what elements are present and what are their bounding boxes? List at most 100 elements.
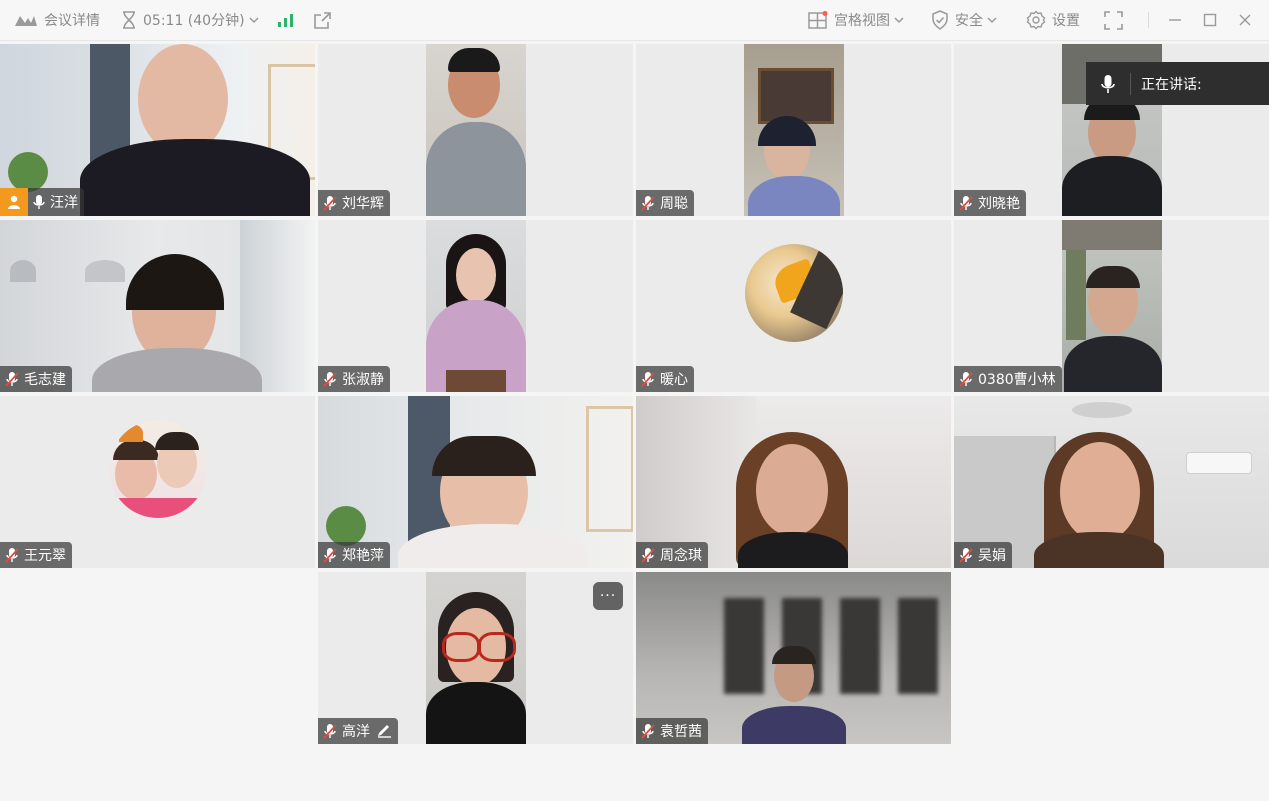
- chevron-down-icon: [249, 17, 259, 24]
- edit-pencil-icon[interactable]: [376, 724, 392, 738]
- mic-muted-icon: [641, 196, 655, 211]
- participant-tile[interactable]: 袁哲茜: [636, 572, 951, 744]
- participant-name: 暖心: [660, 372, 688, 388]
- fullscreen-button[interactable]: [1104, 0, 1123, 40]
- participant-nametag: 张淑静: [318, 366, 390, 392]
- meeting-timer[interactable]: 05:11 (40分钟): [121, 0, 259, 40]
- participant-name: 0380曹小林: [978, 372, 1056, 388]
- grid-view-label: 宫格视图: [834, 13, 890, 29]
- participant-nametag: 0380曹小林: [954, 366, 1062, 392]
- mic-muted-icon: [323, 724, 337, 739]
- host-badge: [0, 188, 28, 216]
- participant-name: 王元翠: [24, 548, 66, 564]
- shield-icon: [932, 10, 948, 30]
- mic-icon: [1101, 74, 1115, 93]
- participant-nametag: 袁哲茜: [636, 718, 708, 744]
- participant-nametag: 刘晓艳: [954, 190, 1026, 216]
- participant-name: 张淑静: [342, 372, 384, 388]
- participant-tile[interactable]: 暖心: [636, 220, 951, 392]
- settings-label: 设置: [1052, 13, 1080, 29]
- mic-muted-icon: [5, 372, 19, 387]
- security-label: 安全: [955, 13, 983, 29]
- participant-tile[interactable]: 毛志建: [0, 220, 315, 392]
- toolbar-divider: [1148, 12, 1149, 28]
- participant-video: [426, 572, 526, 744]
- participant-name: 毛志建: [24, 372, 66, 388]
- participant-name: 高洋: [342, 724, 370, 740]
- hourglass-icon: [123, 11, 135, 29]
- minimize-button[interactable]: [1168, 0, 1182, 40]
- gear-icon: [1026, 10, 1046, 30]
- grid-view-icon: [808, 11, 828, 29]
- participant-tile[interactable]: 汪洋: [0, 44, 315, 216]
- participant-tile[interactable]: 王元翠: [0, 396, 315, 568]
- chevron-down-icon: [987, 17, 997, 24]
- pop-out-button[interactable]: [313, 0, 332, 40]
- participant-video: [1062, 220, 1162, 392]
- participant-avatar: [109, 420, 207, 518]
- mic-muted-icon: [641, 548, 655, 563]
- participant-name: 周聪: [660, 196, 688, 212]
- participant-video: [426, 44, 526, 216]
- participant-nametag: 周念琪: [636, 542, 708, 568]
- participant-tile[interactable]: 周念琪: [636, 396, 951, 568]
- participant-tile[interactable]: 周聪: [636, 44, 951, 216]
- minimize-icon: [1169, 19, 1181, 21]
- participant-tile[interactable]: 郑艳萍: [318, 396, 633, 568]
- participant-nametag: 暖心: [636, 366, 694, 392]
- signal-bars-icon: [278, 14, 293, 27]
- more-options-button[interactable]: ···: [593, 582, 623, 610]
- top-toolbar: 会议详情 05:11 (40分钟) 宫格视图 安全 设置: [0, 0, 1269, 41]
- chevron-down-icon: [894, 17, 904, 24]
- participant-name: 周念琪: [660, 548, 702, 564]
- participant-name: 刘华辉: [342, 196, 384, 212]
- mic-icon: [33, 195, 45, 209]
- participant-video: [426, 220, 526, 392]
- user-icon: [8, 195, 20, 209]
- meeting-details-button[interactable]: 会议详情: [14, 0, 100, 40]
- participant-tile[interactable]: ··· 高洋: [318, 572, 633, 744]
- participant-nametag: 吴娟: [954, 542, 1012, 568]
- participant-tile[interactable]: 吴娟: [954, 396, 1269, 568]
- mic-muted-icon: [323, 372, 337, 387]
- participant-nametag: 高洋: [318, 718, 398, 744]
- participant-tile[interactable]: 张淑静: [318, 220, 633, 392]
- speaking-label: 正在讲话:: [1141, 76, 1202, 93]
- security-button[interactable]: 安全: [931, 0, 997, 40]
- participant-video: [744, 44, 844, 216]
- participant-nametag: 刘华辉: [318, 190, 390, 216]
- participant-name: 郑艳萍: [342, 548, 384, 564]
- participant-tile[interactable]: 0380曹小林: [954, 220, 1269, 392]
- mic-muted-icon: [323, 548, 337, 563]
- participant-name: 吴娟: [978, 548, 1006, 564]
- participant-nametag: 王元翠: [0, 542, 72, 568]
- participant-name: 刘晓艳: [978, 196, 1020, 212]
- grid-view-button[interactable]: 宫格视图: [808, 0, 904, 40]
- mic-muted-icon: [323, 196, 337, 211]
- participant-nametag: 郑艳萍: [318, 542, 390, 568]
- maximize-icon: [1203, 13, 1217, 27]
- mic-muted-icon: [5, 548, 19, 563]
- network-signal-button[interactable]: [277, 0, 294, 40]
- meeting-logo-icon: [15, 16, 37, 26]
- active-speaker-panel: 正在讲话:: [1086, 62, 1269, 105]
- mic-muted-icon: [641, 372, 655, 387]
- mic-muted-icon: [641, 724, 655, 739]
- participant-name: 袁哲茜: [660, 724, 702, 740]
- maximize-button[interactable]: [1203, 0, 1217, 40]
- participant-nametag: 周聪: [636, 190, 694, 216]
- participant-name: 汪洋: [50, 195, 78, 211]
- mic-muted-icon: [959, 548, 973, 563]
- settings-button[interactable]: 设置: [1026, 0, 1080, 40]
- close-icon: [1239, 14, 1251, 26]
- meeting-details-label: 会议详情: [44, 13, 100, 29]
- close-button[interactable]: [1238, 0, 1252, 40]
- mic-muted-icon: [959, 196, 973, 211]
- mic-muted-icon: [959, 372, 973, 387]
- external-link-icon: [314, 11, 331, 29]
- meeting-time: 05:11 (40分钟): [143, 13, 245, 29]
- participant-tile[interactable]: 刘华辉: [318, 44, 633, 216]
- participant-nametag: 汪洋: [28, 188, 84, 216]
- participant-avatar: [745, 244, 843, 342]
- fullscreen-icon: [1104, 10, 1123, 30]
